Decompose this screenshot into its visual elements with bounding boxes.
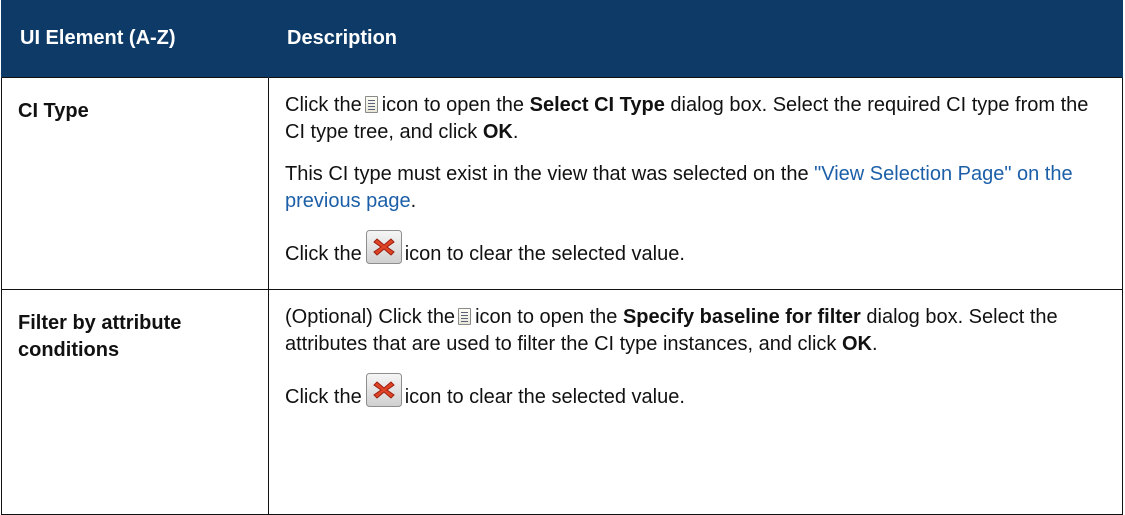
ok-label: OK xyxy=(841,333,872,355)
text: Click the xyxy=(285,94,362,116)
table-row: CI Type Click the icon to open the Select… xyxy=(1,77,1123,290)
description-paragraph: Click the icon to clear the selected valu… xyxy=(285,230,1102,272)
text: Click the xyxy=(285,386,362,408)
header-description: Description xyxy=(268,0,1123,78)
description-cell: (Optional) Click the icon to open the Spe… xyxy=(268,289,1123,515)
table-header-row: UI Element (A-Z) Description xyxy=(1,0,1123,78)
list-icon xyxy=(364,96,378,113)
ui-element-name: CI Type xyxy=(1,77,269,290)
dialog-name: Select CI Type xyxy=(529,94,665,116)
description-cell: Click the icon to open the Select CI Type… xyxy=(268,77,1123,290)
ok-label: OK xyxy=(482,121,513,143)
dialog-name: Specify baseline for filter xyxy=(622,306,861,328)
text: icon to clear the selected value. xyxy=(404,243,685,265)
description-paragraph: Click the icon to open the Select CI Type… xyxy=(285,92,1102,146)
clear-icon xyxy=(365,373,402,407)
table-row: Filter by attribute conditions (Optional… xyxy=(1,289,1123,515)
list-icon xyxy=(458,308,472,325)
text: . xyxy=(410,190,417,212)
text: (Optional) Click the xyxy=(285,306,456,328)
text: icon to open the xyxy=(475,306,618,328)
text: . xyxy=(871,333,878,355)
text: . xyxy=(512,121,519,143)
text: icon to clear the selected value. xyxy=(404,386,685,408)
clear-icon xyxy=(365,230,402,264)
description-paragraph: Click the icon to clear the selected valu… xyxy=(285,373,1102,415)
description-paragraph: This CI type must exist in the view that… xyxy=(285,161,1102,215)
text: Click the xyxy=(285,243,362,265)
text: This CI type must exist in the view that… xyxy=(285,163,809,185)
text: icon to open the xyxy=(381,94,525,116)
description-paragraph: (Optional) Click the icon to open the Spe… xyxy=(285,304,1102,358)
header-ui-element: UI Element (A-Z) xyxy=(1,0,269,78)
ui-element-name: Filter by attribute conditions xyxy=(1,289,269,515)
ui-element-table: UI Element (A-Z) Description CI Type Cli… xyxy=(1,0,1123,515)
